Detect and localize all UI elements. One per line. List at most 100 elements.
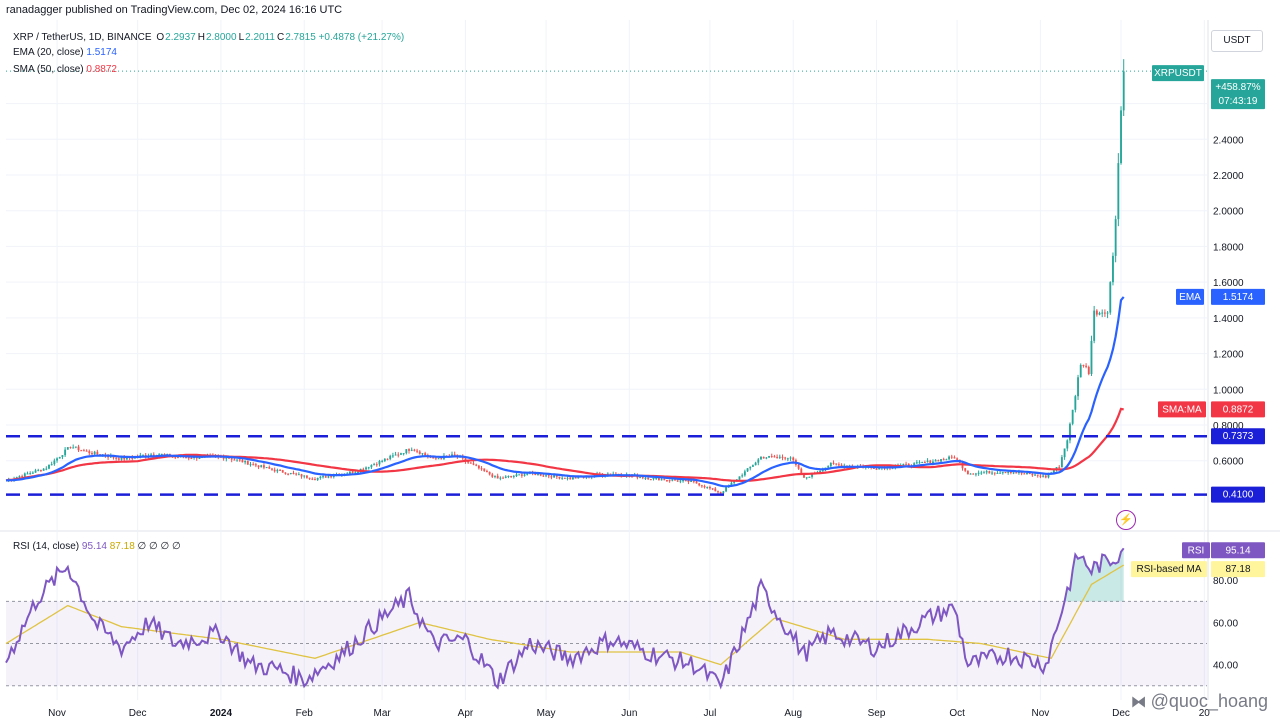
candle-body [93, 451, 96, 455]
candle-body [553, 475, 556, 478]
candle-body [504, 476, 507, 478]
candle-body [784, 457, 787, 459]
candle-body [749, 466, 752, 469]
candle-body [330, 476, 333, 478]
candle-body [644, 477, 647, 479]
candle-body [389, 455, 392, 459]
candle-body [241, 460, 244, 463]
time-axis-label: May [537, 708, 556, 719]
lightning-icon[interactable]: ⚡ [1116, 510, 1136, 530]
candle-body [819, 470, 822, 473]
ema-legend-value: 1.5174 [86, 47, 117, 58]
candle-body [42, 468, 45, 471]
price-tick-label: 0.6000 [1213, 457, 1244, 468]
candle-body [797, 464, 800, 469]
rsi-legend: RSI (14, close) 95.14 87.18 ∅ ∅ ∅ ∅ [13, 541, 181, 552]
candle-body [964, 468, 967, 471]
candle-body [287, 473, 290, 475]
candle-body [185, 457, 187, 459]
candle-body [698, 483, 701, 486]
candle-body [563, 477, 566, 479]
rsi-tick-label: 60.00 [1213, 618, 1238, 629]
candle-body [64, 449, 67, 456]
candle-body [386, 458, 389, 460]
time-axis-label: Oct [949, 708, 965, 719]
candle-body [1093, 310, 1096, 341]
ohlc-key-L: L [238, 32, 245, 43]
watermark: ⧓ @quoc_hoang [1131, 691, 1272, 712]
candle-body [373, 464, 376, 466]
candle-body [469, 462, 472, 464]
candle-body [348, 471, 351, 474]
sma-name-tag-text: SMA:MA [1162, 404, 1202, 415]
candle-body [91, 453, 93, 455]
ema-value-tag: 1.5174 [1211, 288, 1265, 305]
candle-body [1039, 475, 1042, 477]
candle-body [1122, 71, 1125, 111]
rsi-value-tag: 95.14 [1211, 542, 1265, 559]
candle-body [400, 453, 402, 455]
candle-body [649, 479, 652, 481]
candle-body [357, 471, 359, 473]
candle-body [499, 477, 502, 479]
candle-body [177, 457, 179, 459]
price-tick-label: 1.0000 [1213, 385, 1244, 396]
rsi-value-tag-text: 95.14 [1225, 545, 1250, 556]
candle-body [832, 462, 835, 464]
candle-body [972, 473, 975, 475]
time-axis-label: Jun [621, 708, 637, 719]
candle-body [1004, 472, 1007, 474]
level-tag-text: 0.7373 [1223, 431, 1254, 442]
candle-body [440, 458, 443, 460]
chart-canvas: 0.60000.80001.00001.20001.40001.60001.80… [0, 20, 1280, 719]
candle-body [923, 462, 926, 464]
candle-body [115, 457, 118, 459]
time-axis-label: Nov [1032, 708, 1050, 719]
candle-body [257, 465, 260, 468]
candle-body [391, 455, 394, 457]
time-axis-label: Nov [48, 708, 66, 719]
candle-body [421, 453, 424, 455]
candle-body [1109, 282, 1112, 313]
candle-body [706, 486, 709, 488]
candle-body [453, 454, 456, 456]
candle-body [410, 449, 413, 451]
symbol-tag-text: XRPUSDT [1154, 68, 1202, 79]
candle-body [1101, 312, 1104, 314]
candle-body [1114, 219, 1117, 256]
rsi-overbought-fill [1064, 548, 1124, 602]
candle-body [945, 459, 948, 461]
candle-body [1071, 409, 1074, 424]
candle-body [370, 465, 373, 468]
candle-body [510, 476, 513, 478]
ema-legend-label: EMA (20, close) [13, 47, 84, 58]
candle-body [477, 465, 480, 469]
candle-body [770, 456, 773, 458]
candle-body [1095, 310, 1098, 315]
candle-body [74, 446, 77, 448]
candle-body [682, 480, 685, 482]
candle-body [760, 456, 762, 460]
ema-value-tag-text: 1.5174 [1223, 292, 1254, 303]
sma-value-tag: 0.8872 [1211, 401, 1265, 418]
candle-body [314, 479, 316, 481]
rsi-legend-value: 95.14 [81, 541, 107, 552]
candle-body [82, 450, 85, 452]
candle-body [322, 476, 324, 478]
candle-body [652, 477, 655, 480]
candle-body [754, 462, 757, 466]
candle-body [96, 451, 99, 455]
candle-body [921, 462, 924, 464]
candle-body [789, 457, 792, 459]
candle-body [1044, 475, 1047, 478]
candle-body [1066, 440, 1069, 449]
candle-body [402, 453, 405, 455]
candle-body [77, 446, 80, 451]
candle-body [1085, 365, 1088, 367]
currency-button[interactable]: USDT [1211, 30, 1263, 52]
candle-body [190, 457, 193, 459]
candle-body [558, 476, 561, 479]
candle-body [569, 477, 572, 480]
candle-body [660, 479, 663, 481]
candle-body [29, 473, 32, 475]
